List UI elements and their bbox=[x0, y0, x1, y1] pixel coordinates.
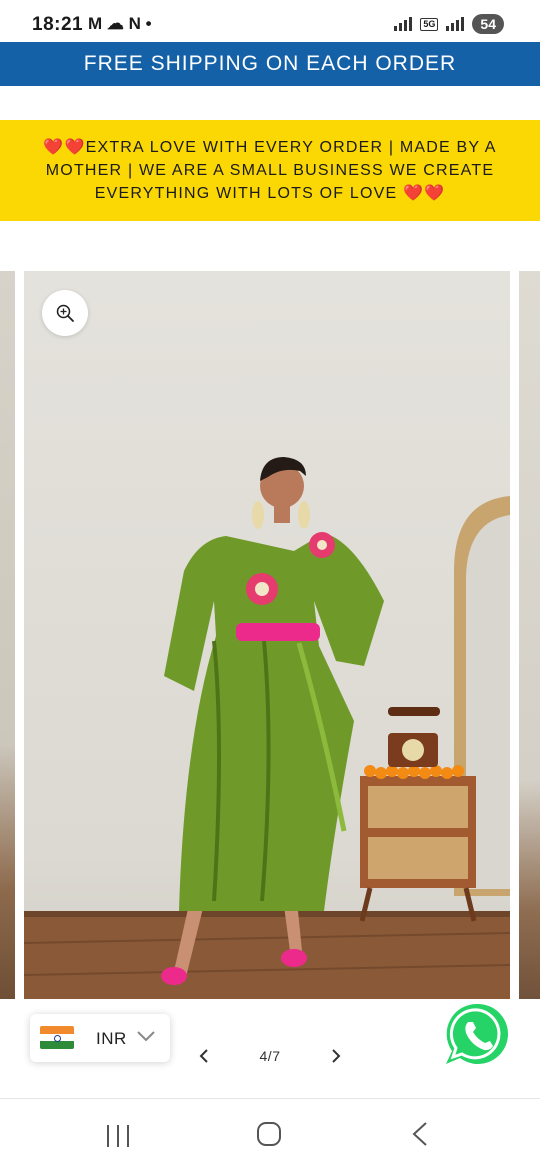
previous-image-peek[interactable] bbox=[0, 271, 15, 999]
previous-image-button[interactable] bbox=[192, 1044, 216, 1068]
currency-selector[interactable]: INR bbox=[30, 1014, 170, 1062]
back-icon[interactable] bbox=[410, 1121, 430, 1147]
zoom-button[interactable] bbox=[42, 290, 88, 336]
wifi-signal-icon bbox=[394, 17, 413, 31]
next-image-peek[interactable] bbox=[519, 271, 540, 999]
system-nav-bar bbox=[0, 1098, 540, 1171]
notification-icons: M ☁ N • bbox=[88, 14, 152, 33]
recents-icon[interactable] bbox=[104, 1123, 132, 1149]
status-indicators: 5G 54 bbox=[394, 14, 504, 34]
status-bar: 18:21 M ☁ N • 5G 54 bbox=[0, 0, 540, 42]
battery-indicator: 54 bbox=[472, 14, 504, 34]
chevron-down-icon bbox=[137, 1031, 155, 1042]
product-gallery[interactable] bbox=[0, 271, 540, 999]
currency-code: INR bbox=[96, 1029, 127, 1048]
whatsapp-button[interactable] bbox=[438, 996, 518, 1076]
chevron-left-icon bbox=[199, 1049, 208, 1063]
love-banner: ❤️❤️EXTRA LOVE WITH EVERY ORDER | MADE B… bbox=[0, 120, 540, 221]
chevron-right-icon bbox=[332, 1049, 341, 1063]
whatsapp-icon bbox=[444, 1000, 512, 1068]
network-type-badge: 5G bbox=[420, 17, 439, 31]
next-image-button[interactable] bbox=[324, 1044, 348, 1068]
status-time: 18:21 bbox=[32, 14, 84, 35]
india-flag-icon bbox=[40, 1026, 74, 1049]
product-image[interactable] bbox=[24, 271, 510, 999]
cell-signal-icon bbox=[446, 17, 465, 31]
shipping-banner-text: FREE SHIPPING ON EACH ORDER bbox=[83, 52, 457, 75]
zoom-in-icon bbox=[56, 304, 74, 322]
love-banner-text: ❤️❤️EXTRA LOVE WITH EVERY ORDER | MADE B… bbox=[43, 139, 497, 202]
home-icon[interactable] bbox=[256, 1121, 282, 1147]
product-photo bbox=[24, 457, 510, 999]
image-counter: 4/7 bbox=[259, 1048, 281, 1064]
shipping-banner: FREE SHIPPING ON EACH ORDER bbox=[0, 42, 540, 86]
